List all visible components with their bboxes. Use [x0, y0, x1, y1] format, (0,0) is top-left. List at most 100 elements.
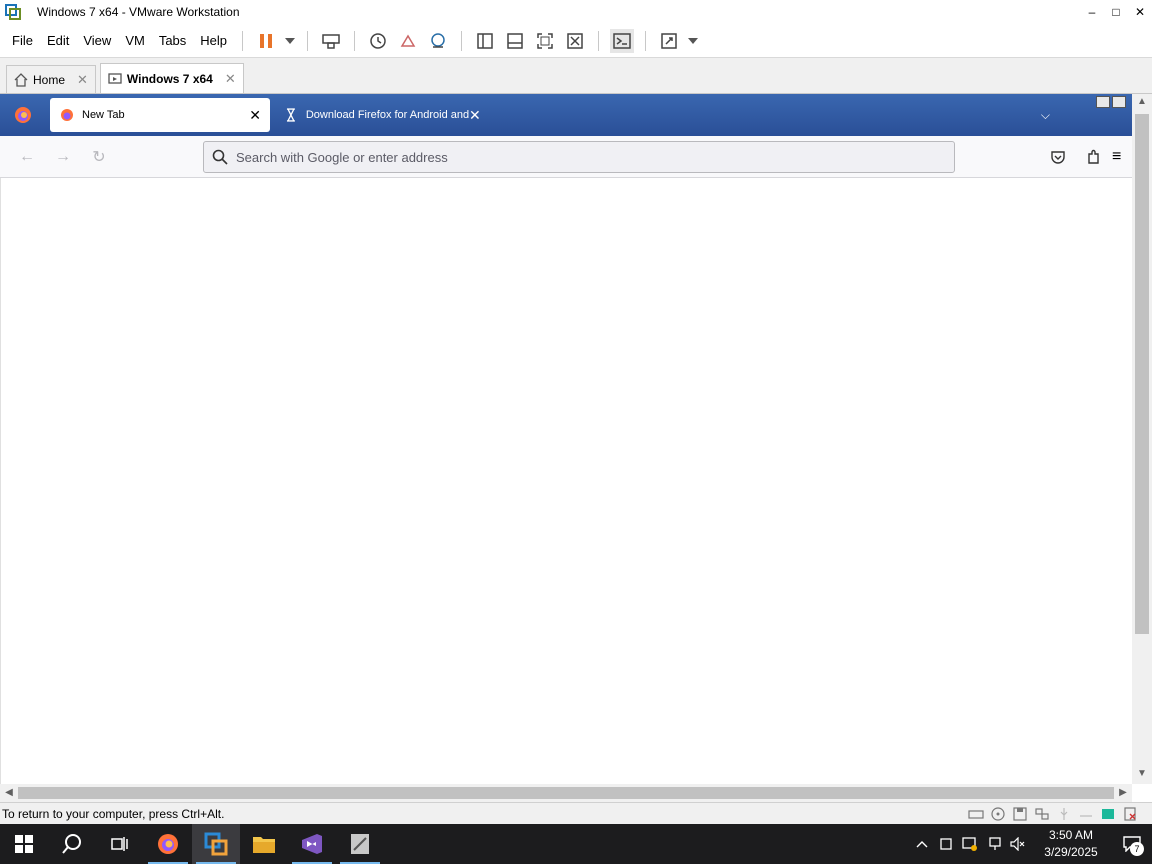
close-window-button[interactable]: ✕: [1128, 0, 1152, 24]
maximize-button[interactable]: □: [1104, 0, 1128, 24]
firefox-favicon-icon: [61, 109, 73, 121]
pause-icon[interactable]: [254, 29, 278, 53]
toolbar-separator: [354, 30, 356, 51]
menu-tabs[interactable]: Tabs: [152, 24, 193, 58]
system-tray: 3:50 AM 3/29/2025 7: [910, 824, 1152, 864]
show-library-icon[interactable]: [473, 29, 497, 53]
firefox-tab-label: New Tab: [82, 109, 125, 121]
scroll-up-icon[interactable]: ▲: [1132, 96, 1152, 112]
menu-edit[interactable]: Edit: [40, 24, 76, 58]
toolbar-separator: [598, 30, 600, 51]
show-hidden-icons-chevron-icon[interactable]: [910, 824, 934, 864]
visual-studio-icon[interactable]: [288, 824, 336, 864]
vertical-scrollbar[interactable]: ▲ ▼: [1132, 94, 1152, 784]
hourglass-icon: [286, 108, 295, 122]
network-icon[interactable]: [982, 824, 1006, 864]
snapshot-manager-icon[interactable]: [426, 29, 450, 53]
scroll-down-icon[interactable]: ▼: [1132, 768, 1152, 784]
windows-taskbar: 3:50 AM 3/29/2025 7: [0, 824, 1152, 864]
file-explorer-icon[interactable]: [240, 824, 288, 864]
menu-toolbar: File Edit View VM Tabs Help: [0, 24, 1152, 58]
firefox-tab-label: Download Firefox for Android and: [305, 109, 470, 121]
tab-vm-close-icon[interactable]: ✕: [225, 71, 236, 87]
security-icon[interactable]: [958, 824, 982, 864]
pause-dropdown-icon[interactable]: [284, 29, 296, 53]
tab-windows-7-x64[interactable]: Windows 7 x64 ✕: [99, 63, 244, 93]
minimize-button[interactable]: –: [1080, 0, 1104, 24]
list-all-tabs-chevron-icon[interactable]: ⌵: [1041, 108, 1050, 123]
page-content[interactable]: [0, 178, 1132, 784]
stretch-dropdown-icon[interactable]: [687, 29, 699, 53]
start-button-icon[interactable]: [0, 824, 48, 864]
toolbar-separator: [645, 30, 647, 51]
notification-badge: 7: [1130, 842, 1144, 856]
firefox-view-icon[interactable]: [0, 94, 46, 136]
search-taskbar-icon[interactable]: [48, 824, 96, 864]
tab-close-icon[interactable]: ✕: [469, 107, 481, 124]
vm-icon: [108, 72, 122, 84]
stretch-guest-icon[interactable]: [657, 29, 681, 53]
home-icon: [14, 72, 28, 87]
guest-window-controls: [1096, 96, 1126, 108]
vmware-app-icon: [5, 4, 21, 20]
usb-icon[interactable]: [1056, 806, 1072, 822]
menu-help[interactable]: Help: [193, 24, 234, 58]
action-center-icon[interactable]: 7: [1112, 824, 1152, 864]
show-thumbnail-bar-icon[interactable]: [503, 29, 527, 53]
full-screen-icon[interactable]: [533, 29, 557, 53]
firefox-tab-download[interactable]: Download Firefox for Android and ✕: [274, 98, 484, 132]
reload-icon[interactable]: ↻: [81, 139, 117, 175]
display-icon[interactable]: [1100, 806, 1116, 822]
tab-home-label: Home: [33, 72, 66, 87]
pocket-icon[interactable]: [1040, 142, 1076, 172]
message-log-icon[interactable]: [1122, 806, 1138, 822]
unity-icon[interactable]: [563, 29, 587, 53]
app-taskbar-icon[interactable]: [336, 824, 384, 864]
task-view-icon[interactable]: [96, 824, 144, 864]
toolbar-separator: [461, 30, 463, 51]
menu-file[interactable]: File: [5, 24, 40, 58]
hard-disk-icon[interactable]: [968, 806, 984, 822]
cd-dvd-icon[interactable]: [990, 806, 1006, 822]
tab-close-icon[interactable]: ✕: [249, 107, 261, 124]
horizontal-scrollbar[interactable]: ◀ ▶: [0, 784, 1132, 802]
vmware-taskbar-icon[interactable]: [192, 824, 240, 864]
firefox-nav-bar: ← → ↻ ≡: [0, 136, 1132, 178]
tray-app-icon[interactable]: [934, 824, 958, 864]
tab-vm-label: Windows 7 x64: [126, 71, 213, 86]
status-text: To return to your computer, press Ctrl+A…: [2, 806, 225, 821]
snapshot-icon[interactable]: [366, 29, 390, 53]
menu-view[interactable]: View: [76, 24, 118, 58]
network-adapter-icon[interactable]: [1034, 806, 1050, 822]
url-bar[interactable]: [203, 141, 955, 173]
send-ctrl-alt-del-icon[interactable]: [319, 29, 343, 53]
status-bar: To return to your computer, press Ctrl+A…: [0, 802, 1152, 824]
sound-card-icon[interactable]: [1078, 806, 1094, 822]
clock-time: 3:50 AM: [1048, 828, 1094, 842]
forward-arrow-icon[interactable]: →: [45, 139, 81, 175]
revert-snapshot-icon[interactable]: [396, 29, 420, 53]
vertical-scroll-thumb[interactable]: [1135, 114, 1149, 634]
guest-minimize-button[interactable]: [1096, 96, 1110, 108]
title-bar: Windows 7 x64 - VMware Workstation – □ ✕: [0, 0, 1152, 24]
back-arrow-icon[interactable]: ←: [9, 139, 45, 175]
console-view-icon[interactable]: [610, 28, 635, 53]
floppy-icon[interactable]: [1012, 806, 1028, 822]
tab-home[interactable]: Home ✕: [6, 65, 96, 93]
firefox-tab-new-tab[interactable]: New Tab ✕: [50, 98, 270, 132]
clock[interactable]: 3:50 AM 3/29/2025: [1036, 827, 1106, 861]
guest-display[interactable]: New Tab ✕ Download Firefox for Android a…: [0, 94, 1152, 802]
url-input[interactable]: [236, 149, 936, 165]
extensions-icon[interactable]: [1076, 142, 1112, 172]
toolbar-separator: [307, 30, 309, 51]
menu-vm[interactable]: VM: [118, 24, 152, 58]
search-icon: [212, 149, 228, 165]
app-menu-icon[interactable]: ≡: [1112, 142, 1132, 172]
volume-muted-icon[interactable]: [1006, 824, 1030, 864]
scroll-right-icon[interactable]: ▶: [1114, 784, 1132, 802]
horizontal-scroll-thumb[interactable]: [18, 787, 1114, 799]
guest-restore-button[interactable]: [1112, 96, 1126, 108]
scroll-left-icon[interactable]: ◀: [0, 784, 18, 802]
tab-home-close-icon[interactable]: ✕: [77, 72, 88, 88]
firefox-taskbar-icon[interactable]: [144, 824, 192, 864]
